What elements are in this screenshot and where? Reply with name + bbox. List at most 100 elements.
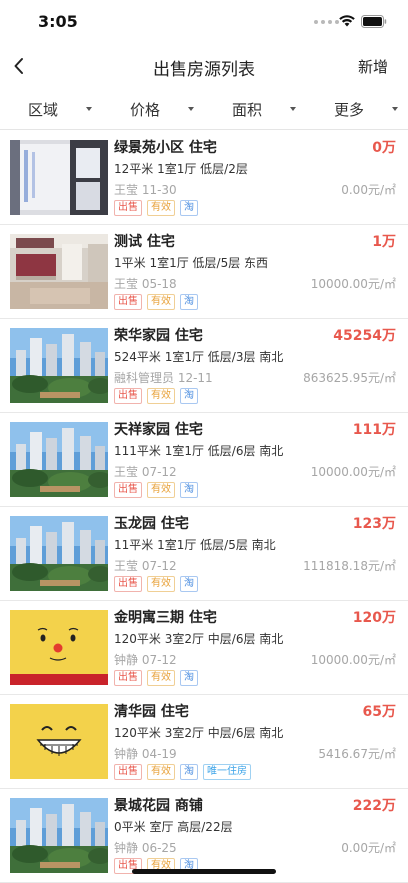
listing-unit-price: 0.00元/㎡ [341,183,396,197]
listing-unit-price: 0.00元/㎡ [341,841,396,855]
tag-tao: 淘 [180,482,198,498]
caret-down-icon [290,107,296,111]
listing-thumbnail [10,798,108,873]
page-title: 出售房源列表 [153,60,255,80]
listing-tags: 出售 有效淘 [114,576,198,592]
listing-tags: 出售 有效淘 [114,670,198,686]
listing-info: 0平米 室厅 高层/22层 [114,820,233,834]
listing-price: 1万 [372,234,396,250]
listing-title: 荣华家园 住宅 [114,328,203,344]
listing-info: 12平米 1室1厅 低层/2层 [114,162,248,176]
tag-valid: 有效 [147,294,175,310]
filter-price[interactable]: 价格 [102,88,204,129]
listing-agent-date: 钟静 06-25 [114,841,177,855]
listing-agent-date: 融科管理员 12-11 [114,371,213,385]
tag-sale: 出售 [114,294,142,310]
listing-thumbnail [10,328,108,403]
listing-unit-price: 10000.00元/㎡ [310,465,396,479]
tag-valid: 有效 [147,200,175,216]
listing-thumbnail [10,704,108,779]
tag-sale: 出售 [114,764,142,780]
listing-unit-price: 10000.00元/㎡ [310,653,396,667]
filter-more[interactable]: 更多 [306,88,408,129]
tag-valid: 有效 [147,388,175,404]
tag-valid: 有效 [147,764,175,780]
listing-price: 222万 [352,798,396,814]
listing-item[interactable]: 清华园 住宅 65万 120平米 3室2厅 中层/6层 南北 钟静 04-19 5416… [0,695,408,789]
listing-unit-price: 10000.00元/㎡ [310,277,396,291]
listing-tags: 出售 有效淘 [114,200,198,216]
listing-title: 测试 住宅 [114,234,175,250]
listing-list: 绿景苑小区 住宅 0万 12平米 1室1厅 低层/2层 王莹 11-30 0.00元/㎡… [0,131,408,883]
tag-sale: 出售 [114,670,142,686]
signal-dots-icon [314,20,339,24]
filter-label: 区域 [27,101,58,119]
listing-unit-price: 5416.67元/㎡ [318,747,396,761]
listing-tags: 出售 有效淘 [114,294,198,310]
listing-thumbnail [10,422,108,497]
listing-info: 1平米 1室1厅 低层/5层 东西 [114,256,269,270]
listing-item[interactable]: 天祥家园 住宅 111万 111平米 1室1厅 低层/6层 南北 王莹 07-12 10… [0,413,408,507]
filter-label: 更多 [333,101,364,119]
caret-down-icon [392,107,398,111]
listing-title: 玉龙园 住宅 [114,516,189,532]
listing-tags: 出售 有效淘唯一住房 [114,764,251,780]
listing-tags: 出售 有效淘 [114,388,198,404]
tag-unique: 唯一住房 [203,764,251,780]
caret-down-icon [86,107,92,111]
listing-thumbnail [10,610,108,685]
status-bar: 3:05 [0,0,408,44]
listing-price: 65万 [362,704,396,720]
tag-sale: 出售 [114,576,142,592]
listing-price: 123万 [352,516,396,532]
tag-tao: 淘 [180,764,198,780]
listing-thumbnail [10,516,108,591]
listing-agent-date: 王莹 11-30 [114,183,177,197]
listing-info: 120平米 3室2厅 中层/6层 南北 [114,726,284,740]
listing-unit-price: 863625.95元/㎡ [303,371,396,385]
listing-item[interactable]: 测试 住宅 1万 1平米 1室1厅 低层/5层 东西 王莹 05-18 10000.00… [0,225,408,319]
caret-down-icon [188,107,194,111]
wifi-icon [339,15,355,27]
filter-area[interactable]: 面积 [204,88,306,129]
listing-info: 111平米 1室1厅 低层/6层 南北 [114,444,284,458]
listing-unit-price: 111818.18元/㎡ [303,559,396,573]
listing-agent-date: 王莹 07-12 [114,465,177,479]
listing-thumbnail [10,140,108,215]
listing-price: 120万 [352,610,396,626]
tag-valid: 有效 [147,482,175,498]
listing-item[interactable]: 荣华家园 住宅 45254万 524平米 1室1厅 低层/3层 南北 融科管理员 12… [0,319,408,413]
tag-tao: 淘 [180,576,198,592]
add-listing-button[interactable]: 新增 [358,56,388,77]
tag-tao: 淘 [180,670,198,686]
filter-bar: 区域 价格 面积 更多 [0,88,408,130]
tag-sale: 出售 [114,388,142,404]
battery-icon [361,15,387,28]
listing-item[interactable]: 绿景苑小区 住宅 0万 12平米 1室1厅 低层/2层 王莹 11-30 0.00元/㎡… [0,131,408,225]
listing-title: 天祥家园 住宅 [114,422,203,438]
listing-agent-date: 钟静 04-19 [114,747,177,761]
home-indicator[interactable] [132,869,276,874]
listing-thumbnail [10,234,108,309]
listing-price: 111万 [352,422,396,438]
navigation-bar: 出售房源列表 新增 [0,44,408,88]
filter-region[interactable]: 区域 [0,88,102,129]
listing-agent-date: 王莹 07-12 [114,559,177,573]
tag-tao: 淘 [180,294,198,310]
tag-sale: 出售 [114,482,142,498]
filter-label: 价格 [129,101,160,119]
listing-title: 清华园 住宅 [114,704,189,720]
status-time: 3:05 [38,12,78,31]
tag-valid: 有效 [147,670,175,686]
tag-tao: 淘 [180,200,198,216]
listing-item[interactable]: 金明寓三期 住宅 120万 120平米 3室2厅 中层/6层 南北 钟静 07-12 1… [0,601,408,695]
listing-info: 120平米 3室2厅 中层/6层 南北 [114,632,284,646]
listing-agent-date: 钟静 07-12 [114,653,177,667]
listing-item[interactable]: 玉龙园 住宅 123万 11平米 1室1厅 低层/5层 南北 王莹 07-12 1118… [0,507,408,601]
tag-sale: 出售 [114,200,142,216]
tag-tao: 淘 [180,388,198,404]
listing-info: 524平米 1室1厅 低层/3层 南北 [114,350,284,364]
listing-price: 0万 [372,140,396,156]
listing-title: 景城花园 商铺 [114,798,203,814]
listing-agent-date: 王莹 05-18 [114,277,177,291]
